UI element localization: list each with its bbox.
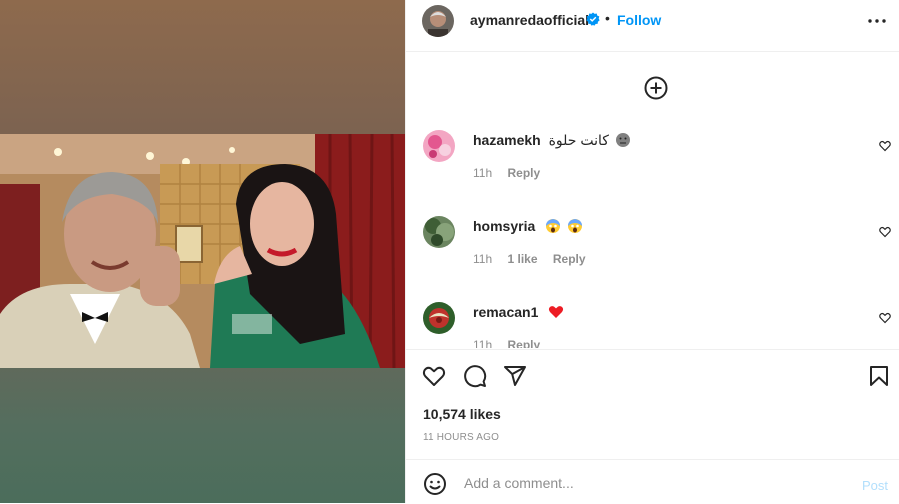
red-heart-icon	[548, 304, 564, 320]
neutral-face-icon	[615, 132, 631, 148]
more-options-icon[interactable]	[868, 19, 886, 25]
comment-text: كانت حلوة	[548, 132, 609, 148]
post-details-panel: aymanredaofficial • Follow hazamekh كانت…	[405, 0, 899, 503]
comment-item: homsyria 11h 1 like Reply	[406, 204, 899, 290]
comment-item: remacan1 11h Reply	[406, 290, 899, 348]
comment-time: 11h	[473, 338, 493, 348]
comment-composer: Post	[406, 459, 899, 504]
comment-likes[interactable]: 1 like	[507, 252, 537, 266]
post-button[interactable]: Post	[862, 478, 888, 493]
add-circle-icon[interactable]	[644, 76, 668, 100]
bookmark-icon[interactable]	[867, 364, 891, 388]
comments-list[interactable]: hazamekh كانت حلوة 11h Reply homsyria 11…	[406, 118, 899, 348]
commenter-avatar[interactable]	[423, 302, 455, 334]
commenter-avatar[interactable]	[423, 130, 455, 162]
comment-item: hazamekh كانت حلوة 11h Reply	[406, 118, 899, 204]
post-photo	[0, 134, 405, 368]
reply-button[interactable]: Reply	[507, 166, 540, 180]
emoji-smiley-icon[interactable]	[423, 472, 447, 496]
heart-icon[interactable]	[879, 139, 891, 152]
follow-button[interactable]: Follow	[617, 12, 661, 28]
commenter-avatar[interactable]	[423, 216, 455, 248]
likes-count[interactable]: 10,574 likes	[423, 406, 501, 422]
heart-icon[interactable]	[422, 364, 446, 388]
comment-time: 11h	[473, 252, 493, 266]
reply-button[interactable]: Reply	[553, 252, 586, 266]
comment-username[interactable]: homsyria	[473, 218, 535, 234]
comment-time: 11h	[473, 166, 493, 180]
comment-username[interactable]: remacan1	[473, 304, 538, 320]
verified-badge-icon	[586, 12, 600, 26]
author-avatar[interactable]	[422, 5, 454, 37]
share-icon[interactable]	[503, 364, 527, 388]
heart-icon[interactable]	[879, 225, 891, 238]
post-actions: 10,574 likes 11 HOURS AGO	[406, 349, 899, 460]
heart-icon[interactable]	[879, 311, 891, 324]
header-separator: •	[605, 10, 610, 26]
comment-username[interactable]: hazamekh	[473, 132, 541, 148]
post-timestamp: 11 HOURS AGO	[423, 432, 500, 443]
reply-button[interactable]: Reply	[507, 338, 540, 348]
screaming-face-icon	[545, 218, 561, 234]
author-username[interactable]: aymanredaofficial	[470, 12, 589, 28]
post-media[interactable]	[0, 0, 405, 503]
comment-icon[interactable]	[463, 364, 487, 388]
post-header: aymanredaofficial • Follow	[406, 0, 899, 52]
screaming-face-icon	[567, 218, 583, 234]
comment-input[interactable]	[462, 471, 846, 495]
